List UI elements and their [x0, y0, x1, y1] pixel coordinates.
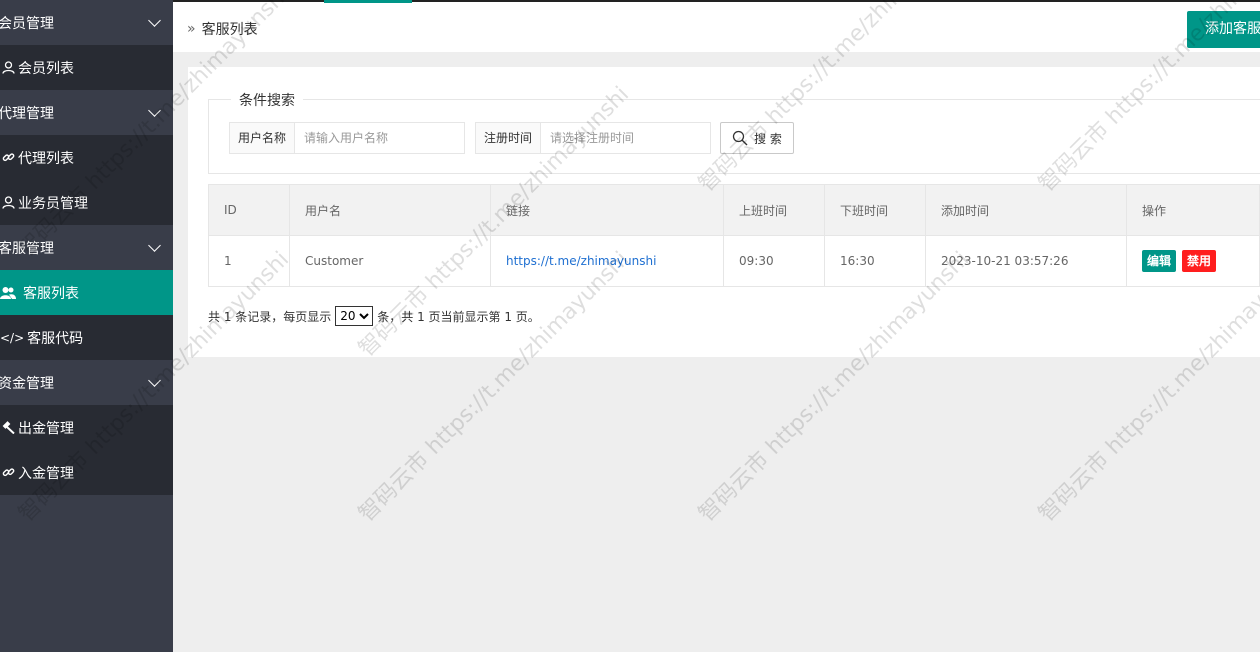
sidebar: 会员管理 会员列表 代理管理 代理列表 业务员管理 客服管理 客服列表 </> …: [0, 0, 173, 652]
sidebar-item-service-list[interactable]: 客服列表: [0, 270, 173, 315]
regtime-label: 注册时间: [476, 123, 541, 153]
column-header-start: 上班时间: [723, 184, 825, 236]
user-icon: [0, 195, 16, 211]
page-size-select[interactable]: 20: [335, 306, 374, 326]
regtime-form-item: 注册时间: [475, 122, 711, 154]
chevron-down-icon: [148, 103, 161, 117]
username-form-item: 用户名称: [229, 122, 465, 154]
sidebar-item-deposit[interactable]: 入金管理: [0, 450, 173, 495]
column-header-added: 添加时间: [925, 184, 1127, 236]
cell-start-time: 09:30: [723, 235, 825, 287]
breadcrumb: » 客服列表: [187, 19, 258, 39]
table-row: 1 Customer https://t.me/zhimayunshi 09:3…: [208, 235, 1260, 287]
cell-end-time: 16:30: [824, 235, 926, 287]
search-fieldset: 条件搜索 用户名称 注册时间 搜 索: [208, 90, 1260, 174]
username-input[interactable]: [295, 123, 464, 153]
hammer-icon: [0, 420, 16, 436]
sidebar-item-service-code[interactable]: </> 客服代码: [0, 315, 173, 360]
column-header-actions: 操作: [1126, 184, 1260, 236]
username-label: 用户名称: [230, 123, 295, 153]
pagination: 共 1 条记录，每页显示 20 条，共 1 页当前显示第 1 页。: [208, 306, 540, 326]
column-header-link: 链接: [490, 184, 724, 236]
sidebar-item-label: 客服代码: [27, 330, 84, 347]
nav-group-service[interactable]: 客服管理: [0, 225, 173, 270]
link-icon: [0, 150, 16, 166]
sidebar-item-label: 出金管理: [18, 420, 74, 437]
nav-group-label: 客服管理: [0, 240, 54, 257]
chevron-down-icon: [148, 373, 161, 387]
edit-button[interactable]: 编辑: [1142, 250, 1177, 272]
nav-group-funds[interactable]: 资金管理: [0, 360, 173, 405]
cell-actions: 编辑 禁用: [1126, 235, 1260, 287]
chevron-down-icon: [148, 13, 161, 27]
column-header-end: 下班时间: [824, 184, 926, 236]
top-bar: » 客服列表 添加客服: [173, 0, 1260, 52]
sidebar-item-label: 客服列表: [23, 285, 79, 302]
chevron-down-icon: [148, 238, 161, 252]
sidebar-item-agent-list[interactable]: 代理列表: [0, 135, 173, 180]
breadcrumb-current: 客服列表: [201, 22, 258, 38]
nav-group-label: 会员管理: [0, 15, 54, 32]
double-chevron-right-icon: »: [187, 21, 196, 37]
nav-group-label: 资金管理: [0, 375, 54, 392]
column-header-username: 用户名: [289, 184, 491, 236]
sidebar-item-salesman[interactable]: 业务员管理: [0, 180, 173, 225]
table-header-row: ID 用户名 链接 上班时间 下班时间 添加时间 操作: [208, 184, 1260, 236]
cell-id: 1: [208, 235, 290, 287]
nav-group-agents[interactable]: 代理管理: [0, 90, 173, 135]
nav-group-members[interactable]: 会员管理: [0, 0, 173, 45]
sidebar-item-label: 会员列表: [18, 60, 74, 77]
add-service-button[interactable]: 添加客服: [1187, 11, 1260, 48]
search-legend: 条件搜索: [231, 90, 303, 110]
cell-added-time: 2023-10-21 03:57:26: [925, 235, 1127, 287]
users-icon: [0, 285, 16, 301]
active-tab-indicator: [324, 0, 412, 3]
pager-prefix: 共 1 条记录，每页显示: [208, 309, 332, 324]
link-icon: [0, 465, 16, 481]
disable-button[interactable]: 禁用: [1182, 250, 1217, 272]
pager-suffix: 条，共 1 页当前显示第 1 页。: [377, 309, 540, 324]
sidebar-item-label: 入金管理: [18, 465, 74, 482]
regtime-input[interactable]: [541, 123, 710, 153]
sidebar-item-withdraw[interactable]: 出金管理: [0, 405, 173, 450]
sidebar-item-member-list[interactable]: 会员列表: [0, 45, 173, 90]
user-icon: [0, 60, 16, 76]
code-icon: </>: [0, 330, 25, 345]
search-button-label: 搜 索: [754, 131, 782, 146]
sidebar-item-label: 业务员管理: [18, 195, 88, 212]
nav-group-label: 代理管理: [0, 105, 54, 122]
cell-link[interactable]: https://t.me/zhimayunshi: [490, 235, 724, 287]
content-card: 条件搜索 用户名称 注册时间 搜 索 ID 用户名 链接 上班时间 下班时间 添…: [188, 67, 1260, 357]
service-table: ID 用户名 链接 上班时间 下班时间 添加时间 操作 1 Customer h…: [208, 184, 1260, 287]
search-icon: [732, 130, 748, 146]
search-button[interactable]: 搜 索: [720, 122, 794, 154]
cell-username: Customer: [289, 235, 491, 287]
sidebar-item-label: 代理列表: [18, 150, 74, 167]
column-header-id: ID: [208, 184, 290, 236]
